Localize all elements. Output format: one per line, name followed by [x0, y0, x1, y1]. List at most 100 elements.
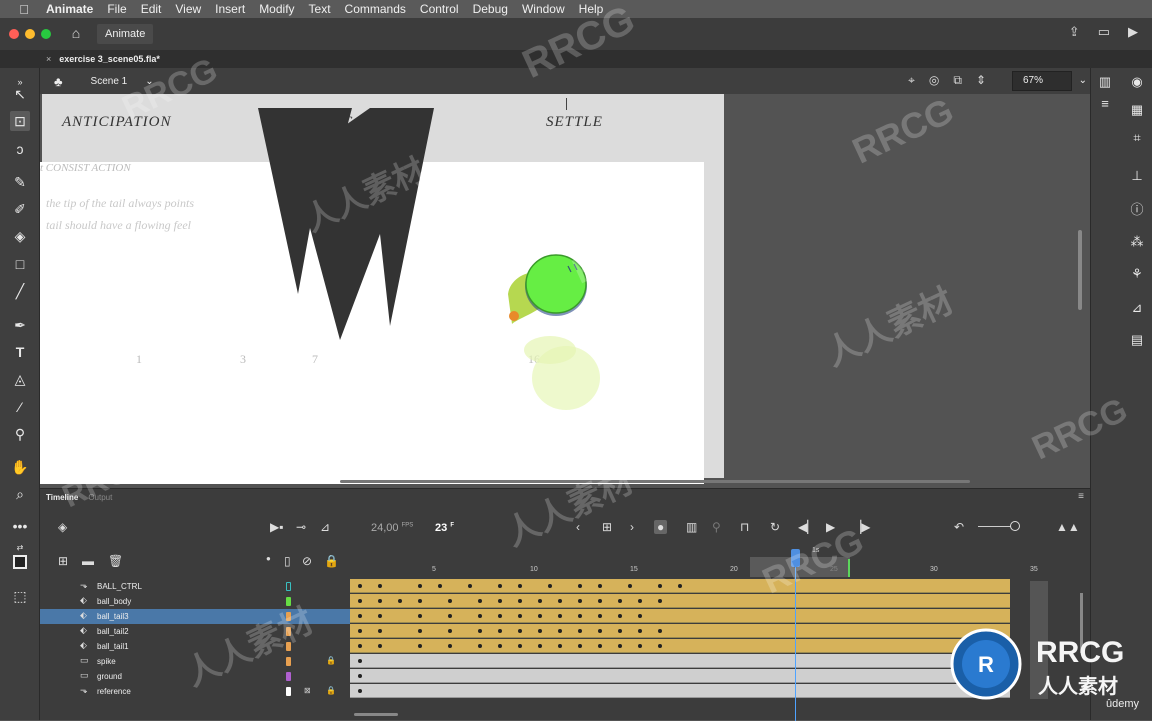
- more-tools-icon[interactable]: •••: [10, 516, 30, 536]
- share-icon[interactable]: ⇪: [1069, 24, 1080, 40]
- edit-multiple-frames-icon[interactable]: ⚲: [712, 520, 721, 534]
- maximize-window-button[interactable]: [41, 29, 51, 39]
- highlight-dot-icon[interactable]: ●: [266, 554, 271, 563]
- keyframe[interactable]: [618, 644, 622, 648]
- selection-tool-icon[interactable]: ↖: [10, 84, 30, 104]
- keyframe[interactable]: [558, 644, 562, 648]
- center-frame-icon[interactable]: ⊓: [740, 520, 749, 534]
- pen-tool-icon[interactable]: ✒: [10, 315, 30, 335]
- keyframe[interactable]: [418, 644, 422, 648]
- layer-hidden-icon[interactable]: ⊠: [304, 686, 311, 695]
- keyframe[interactable]: [538, 599, 542, 603]
- paint-brush-tool-icon[interactable]: ✐: [10, 199, 30, 219]
- keyframe[interactable]: [598, 614, 602, 618]
- frame-row[interactable]: [350, 669, 1010, 683]
- stroke-fill-color-icon[interactable]: [10, 554, 30, 574]
- swatches-icon[interactable]: ▦: [1127, 100, 1147, 120]
- library-icon[interactable]: ▥: [1095, 72, 1115, 92]
- brush-tool-icon[interactable]: ✎: [10, 172, 30, 192]
- properties-icon[interactable]: ≡: [1095, 94, 1115, 114]
- keyframe[interactable]: [448, 599, 452, 603]
- fps-readout[interactable]: 24,00 FPS: [371, 522, 413, 534]
- stage-area[interactable]: ANTICIPATION AC SETTLE t CONSIST ACTION …: [40, 94, 1090, 484]
- keyframe[interactable]: [518, 644, 522, 648]
- next-keyframe-icon[interactable]: ›: [630, 520, 634, 534]
- keyframe[interactable]: [478, 644, 482, 648]
- keyframe[interactable]: [438, 584, 442, 588]
- keyframe[interactable]: [618, 629, 622, 633]
- onion-outline-icon[interactable]: ▥: [686, 520, 697, 534]
- keyframe[interactable]: [448, 629, 452, 633]
- minimize-window-button[interactable]: [25, 29, 35, 39]
- zoom-tool-icon[interactable]: ⌕: [10, 484, 30, 504]
- timeline-horizontal-scrollbar[interactable]: [354, 713, 398, 716]
- keyframe[interactable]: [378, 614, 382, 618]
- align-icon[interactable]: ⊥: [1127, 166, 1147, 186]
- keyframe[interactable]: [598, 629, 602, 633]
- keyframe[interactable]: [378, 644, 382, 648]
- keyframe[interactable]: [518, 599, 522, 603]
- tab-timeline[interactable]: Timeline: [46, 493, 78, 502]
- zoom-chevron-icon[interactable]: ⌄: [1079, 72, 1087, 90]
- menu-control[interactable]: Control: [420, 2, 459, 16]
- keyframe[interactable]: [548, 584, 552, 588]
- keyframe[interactable]: [618, 599, 622, 603]
- fit-frames-icon[interactable]: ▲▲: [1056, 520, 1080, 534]
- frames-grid[interactable]: 5 10 15 20 25 30 35 1s: [350, 547, 1040, 721]
- free-transform-tool-icon[interactable]: ⊡: [10, 111, 30, 131]
- keyframe[interactable]: [398, 599, 402, 603]
- frame-row[interactable]: [350, 624, 1010, 638]
- playhead-handle[interactable]: [791, 549, 800, 567]
- lock-icon[interactable]: 🔒: [324, 554, 339, 568]
- keyframe[interactable]: [498, 629, 502, 633]
- keyframe[interactable]: [448, 614, 452, 618]
- play-icon[interactable]: ▶: [826, 520, 835, 534]
- layer-row[interactable]: ⬎ BALL_CTRL: [40, 579, 350, 594]
- panel-layout-icon[interactable]: ▭: [1098, 24, 1110, 40]
- graph-icon[interactable]: ⊿: [320, 520, 330, 534]
- frame-row[interactable]: [350, 684, 1010, 698]
- menu-app-name[interactable]: Animate: [46, 2, 93, 16]
- keyframe[interactable]: [638, 644, 642, 648]
- layer-color-swatch[interactable]: [286, 642, 291, 651]
- keyframe[interactable]: [558, 614, 562, 618]
- keyframe[interactable]: [448, 644, 452, 648]
- keyframe[interactable]: [578, 599, 582, 603]
- parenting-icon[interactable]: ⊸: [296, 520, 306, 534]
- keyframe[interactable]: [578, 584, 582, 588]
- keyframe[interactable]: [498, 644, 502, 648]
- app-tab[interactable]: Animate: [97, 24, 154, 44]
- line-tool-icon[interactable]: ╱: [10, 281, 30, 301]
- keyframe[interactable]: [678, 584, 682, 588]
- keyframe[interactable]: [578, 629, 582, 633]
- menu-text[interactable]: Text: [309, 2, 331, 16]
- keyframe[interactable]: [538, 614, 542, 618]
- keyframe[interactable]: [578, 614, 582, 618]
- keyframe[interactable]: [558, 599, 562, 603]
- keyframe[interactable]: [638, 599, 642, 603]
- components-icon[interactable]: ▤: [1127, 330, 1147, 350]
- current-frame-readout[interactable]: 23 F: [435, 522, 454, 534]
- zoom-dropdown[interactable]: 67% ⌄: [1012, 71, 1087, 91]
- layer-depth-icon[interactable]: ◈: [58, 520, 67, 534]
- paint-bucket-tool-icon[interactable]: ◬: [10, 369, 30, 389]
- stage-vertical-scrollbar[interactable]: [1078, 230, 1082, 310]
- playhead-line[interactable]: [795, 549, 796, 721]
- layer-color-swatch[interactable]: [286, 612, 291, 621]
- clip-icon[interactable]: ◎: [929, 73, 939, 88]
- keyframe[interactable]: [358, 689, 362, 693]
- prev-keyframe-icon[interactable]: ‹: [576, 520, 580, 534]
- color-icon[interactable]: ◉: [1127, 72, 1147, 92]
- keyframe[interactable]: [378, 629, 382, 633]
- keyframe[interactable]: [378, 584, 382, 588]
- menu-commands[interactable]: Commands: [345, 2, 406, 16]
- keyframe[interactable]: [498, 599, 502, 603]
- keyframe[interactable]: [378, 599, 382, 603]
- center-stage-icon[interactable]: ⌖: [908, 73, 915, 88]
- rotate-icon[interactable]: ⇕: [976, 73, 986, 88]
- onion-skin-marker[interactable]: [848, 559, 850, 577]
- eraser-tool-icon[interactable]: ◈: [10, 226, 30, 246]
- outline-icon[interactable]: ▯: [284, 554, 291, 568]
- keyframe[interactable]: [478, 599, 482, 603]
- layer-lock-icon[interactable]: 🔒: [326, 656, 336, 665]
